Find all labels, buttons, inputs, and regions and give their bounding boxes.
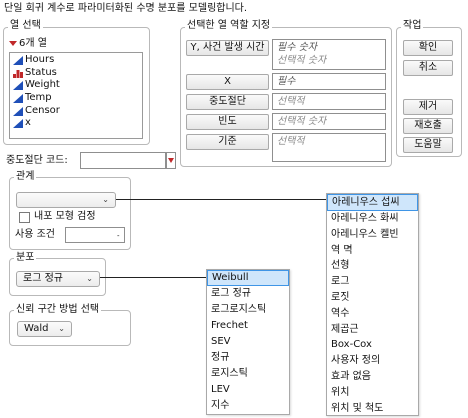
column-selection-title: 열 선택 [8, 20, 43, 32]
freq-role-list[interactable]: 선택적 숫자 [272, 113, 386, 130]
column-item-temp[interactable]: Temp [10, 92, 142, 105]
distribution-menu-item[interactable]: 로그로지스틱 [207, 302, 289, 318]
y-required-hint: 필수 숫자 [277, 42, 317, 53]
censor-code-dropdown-button[interactable] [166, 152, 176, 169]
censor-code-input[interactable] [80, 152, 166, 169]
column-item-label: Status [25, 66, 57, 78]
column-item-hours[interactable]: Hours [10, 54, 142, 67]
y-role-list[interactable]: 필수 숫자 선택적 숫자 [272, 39, 386, 70]
column-count-toggle[interactable]: 6개 열 [9, 38, 47, 50]
column-count-label: 6개 열 [19, 38, 47, 49]
cancel-button[interactable]: 취소 [403, 60, 453, 76]
distribution-menu-item[interactable]: 로지스틱 [207, 366, 289, 382]
relationship-menu-item[interactable]: 제곱근 [327, 322, 418, 338]
distribution-combo-value: 로그 정규 [23, 273, 63, 284]
column-item-weight[interactable]: Weight [10, 79, 142, 92]
chevron-down-icon: ⌄ [58, 324, 65, 333]
relationship-menu-item[interactable]: 로짓 [327, 290, 418, 306]
distribution-combo[interactable]: 로그 정규 ⌄ [16, 271, 100, 287]
distribution-menu-item[interactable]: 지수 [207, 398, 289, 414]
nominal-icon [13, 69, 23, 78]
help-button[interactable]: 도움말 [403, 137, 453, 153]
continuous-icon [13, 106, 23, 116]
use-condition-input[interactable] [65, 227, 125, 243]
distribution-title: 분포 [14, 252, 37, 264]
relationship-menu-item[interactable]: 선형 [327, 258, 418, 274]
column-item-label: Temp [25, 92, 52, 104]
freq-role-button[interactable]: 빈도 [186, 114, 269, 130]
confidence-title: 신뢰 구간 방법 선택 [14, 304, 102, 316]
relationship-menu-item[interactable]: 아레니우스 화씨 [327, 211, 418, 227]
by-role-list[interactable]: 선택적 [272, 133, 386, 162]
relationship-menu-item[interactable]: 아레니우스 켈빈 [327, 227, 418, 243]
chevron-down-icon: ⌄ [102, 195, 109, 204]
relationship-menu-item[interactable]: 효과 없음 [327, 369, 418, 385]
censor-role-list[interactable]: 선택적 [272, 93, 386, 110]
censor-role-button[interactable]: 중도절단 [186, 94, 269, 110]
x-role-button[interactable]: X [186, 74, 269, 90]
relationship-combo[interactable]: ⌄ [16, 192, 116, 208]
relationship-menu-item[interactable]: 역 멱 [327, 243, 418, 259]
relationship-menu-item[interactable]: Box-Cox [327, 337, 418, 353]
continuous-icon [13, 56, 23, 65]
column-item-censor[interactable]: Censor [10, 105, 142, 118]
remove-button[interactable]: 제거 [403, 99, 453, 115]
by-role-button[interactable]: 기준 [186, 134, 269, 150]
distribution-connector-line [100, 277, 206, 278]
pure-model-check-label: 내포 모형 검정 [34, 211, 96, 222]
chevron-down-icon: ⌄ [86, 274, 93, 283]
censor-code-label: 중도절단 코드: [6, 155, 68, 166]
red-triangle-icon[interactable] [9, 40, 17, 46]
distribution-menu-item[interactable]: 정규 [207, 350, 289, 366]
use-condition-caret: - [117, 232, 120, 240]
ok-button[interactable]: 확인 [403, 40, 453, 56]
confidence-combo[interactable]: Wald ⌄ [17, 321, 72, 337]
recall-button[interactable]: 재호출 [403, 118, 453, 134]
pure-model-check-checkbox[interactable] [19, 212, 30, 223]
column-list[interactable]: Hours Status Weight Temp Censor x [9, 52, 143, 139]
relationship-menu-item[interactable]: 위치 [327, 385, 418, 401]
use-condition-label: 사용 조건 [15, 229, 55, 240]
y-optional-hint: 선택적 숫자 [277, 55, 327, 66]
dialog-description: 단일 회귀 계수로 파라미터화된 수명 분포를 모델링합니다. [4, 3, 248, 14]
x-role-list[interactable]: 필수 [272, 73, 386, 90]
continuous-icon [13, 94, 23, 104]
relationship-menu-item[interactable]: 로그 [327, 274, 418, 290]
confidence-combo-value: Wald [24, 323, 49, 334]
column-item-label: Hours [25, 54, 55, 65]
distribution-menu[interactable]: Weibull 로그 정규 로그로지스틱 Frechet SEV 정규 로지스틱… [206, 269, 290, 415]
distribution-menu-item[interactable]: SEV [207, 334, 289, 350]
distribution-menu-item[interactable]: Frechet [207, 318, 289, 334]
column-item-status[interactable]: Status [10, 67, 142, 80]
distribution-menu-item[interactable]: 로그 정규 [207, 286, 289, 302]
distribution-menu-item[interactable]: Weibull [207, 270, 289, 286]
relationship-menu-item[interactable]: 사용자 정의 [327, 353, 418, 369]
continuous-icon [13, 119, 23, 129]
column-item-label: Censor [25, 104, 60, 116]
relationship-menu-item[interactable]: 역수 [327, 306, 418, 322]
relationship-title: 관계 [14, 171, 37, 183]
column-item-label: x [25, 117, 31, 129]
continuous-icon [13, 81, 23, 91]
relationship-menu-item[interactable]: 아레니우스 섭씨 [327, 194, 418, 211]
actions-title: 작업 [401, 20, 424, 32]
y-time-to-event-button[interactable]: Y, 사건 발생 시간 [186, 40, 269, 56]
column-item-x[interactable]: x [10, 117, 142, 130]
distribution-menu-item[interactable]: LEV [207, 382, 289, 398]
roles-title: 선택한 열 역할 지정 [185, 20, 273, 32]
relationship-menu-item[interactable]: 위치 및 척도 [327, 401, 418, 417]
relationship-menu[interactable]: 아레니우스 섭씨 아레니우스 화씨 아레니우스 켈빈 역 멱 선형 로그 로짓 … [326, 193, 419, 416]
red-triangle-icon [168, 158, 174, 163]
column-item-label: Weight [25, 79, 60, 91]
relationship-connector-line [116, 199, 327, 200]
